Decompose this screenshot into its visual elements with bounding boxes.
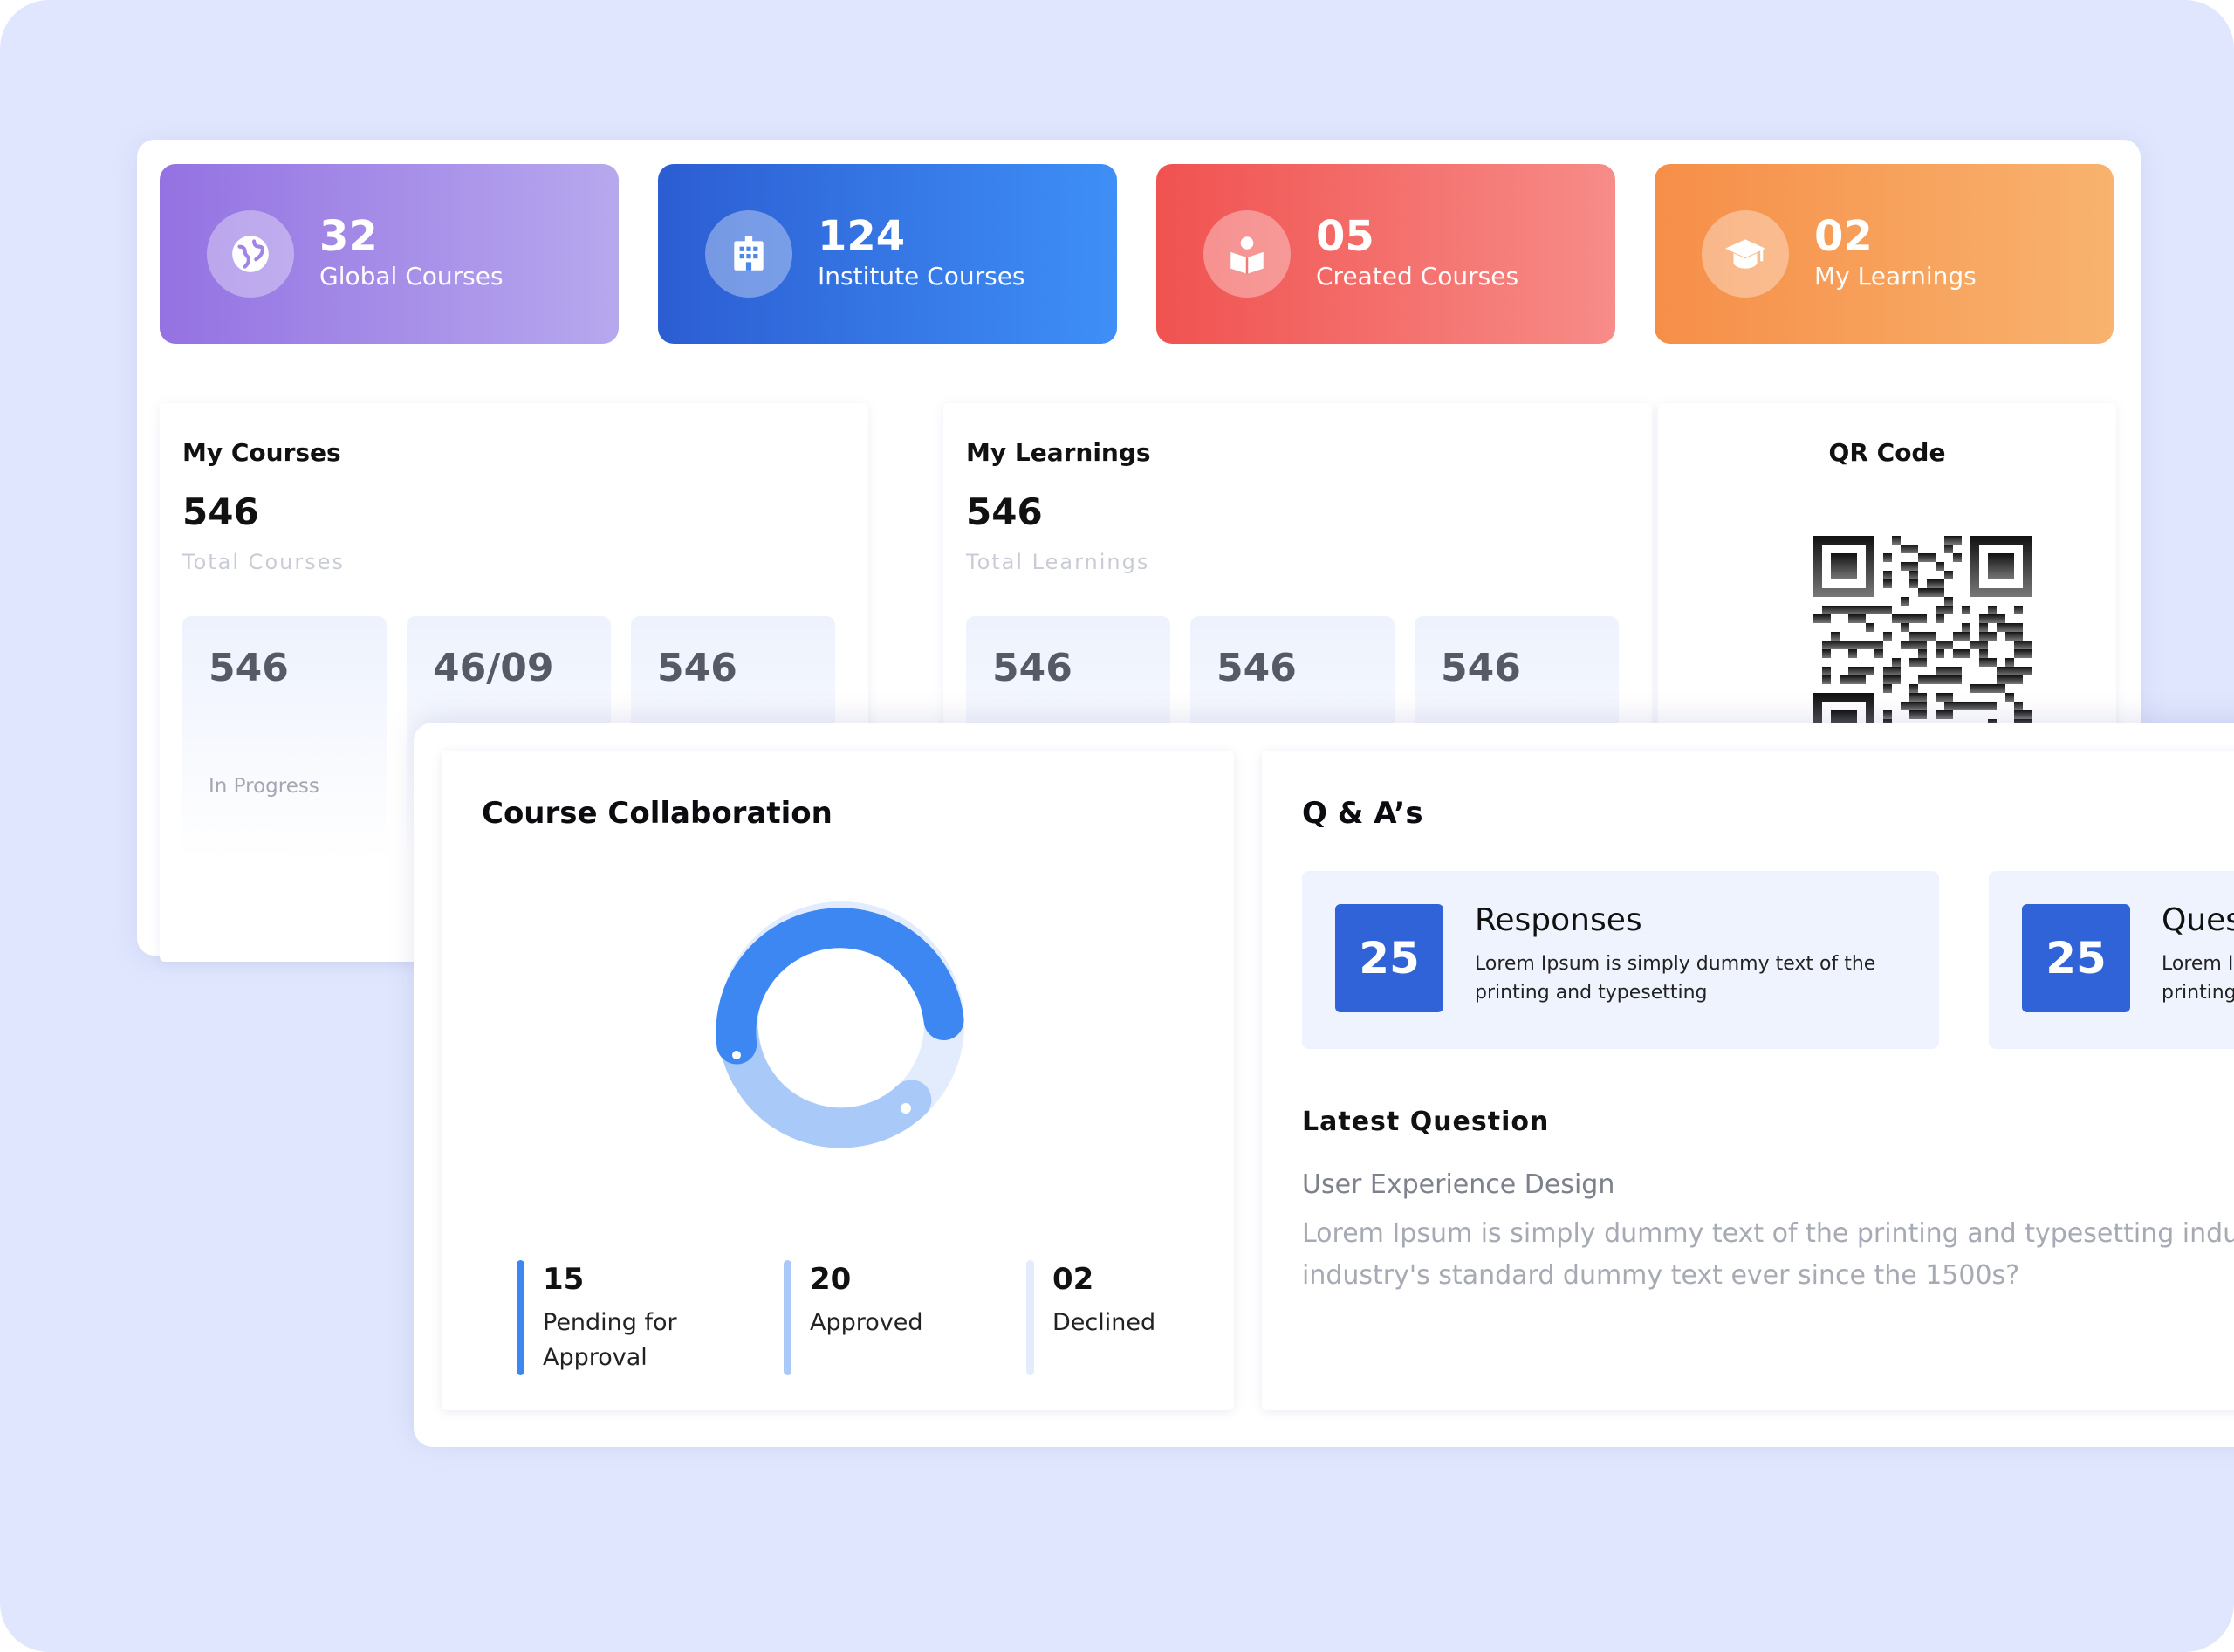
tile-value: 546 — [1216, 646, 1297, 690]
questions-card[interactable]: 25 Ques Lorem Ip printing — [1989, 871, 2234, 1049]
card-heading: Responses — [1475, 902, 1642, 938]
qr-code-image[interactable] — [1813, 536, 2032, 754]
legend-color-bar — [784, 1260, 791, 1375]
card-title: My Learnings — [966, 438, 1151, 467]
tile-value: 46/09 — [433, 646, 554, 690]
count-badge: 25 — [2022, 904, 2130, 1012]
count-badge: 25 — [1335, 904, 1443, 1012]
total-label: Total Learnings — [966, 550, 1150, 574]
activity-panel: Course Collaboration 15 Pending for Appr… — [414, 723, 2234, 1447]
tile-value: 546 — [657, 646, 737, 690]
stat-card-institute-courses[interactable]: 124 Institute Courses — [658, 164, 1117, 344]
tile-value: 546 — [1441, 646, 1521, 690]
stat-value: 02 — [1814, 212, 1873, 261]
stat-value: 05 — [1316, 212, 1374, 261]
legend-value: 20 — [810, 1262, 852, 1297]
donut-segment-pending — [716, 908, 964, 1065]
legend-value: 02 — [1052, 1262, 1094, 1297]
legend-color-bar — [1026, 1260, 1034, 1375]
course-collaboration-card: Course Collaboration 15 Pending for Appr… — [442, 751, 1234, 1410]
stat-label: Institute Courses — [818, 262, 1025, 291]
graduation-cap-icon — [1702, 210, 1789, 298]
legend-label: Declined — [1052, 1309, 1156, 1336]
stat-label: Global Courses — [319, 262, 504, 291]
tile-value: 546 — [992, 646, 1072, 690]
total-label: Total Courses — [182, 550, 345, 574]
stat-label: My Learnings — [1814, 262, 1977, 291]
globe-icon — [207, 210, 294, 298]
total-value: 546 — [966, 490, 1043, 533]
building-icon — [705, 210, 792, 298]
legend-value: 15 — [543, 1262, 585, 1297]
responses-card[interactable]: 25 Responses Lorem Ipsum is simply dummy… — [1302, 871, 1939, 1049]
card-title: Course Collaboration — [482, 796, 833, 831]
donut-dot — [901, 1103, 911, 1114]
stat-card-global-courses[interactable]: 32 Global Courses — [160, 164, 619, 344]
legend-label: Pending for Approval — [543, 1309, 677, 1371]
donut-dot — [732, 1051, 741, 1059]
card-description: Lorem Ip printing — [2162, 953, 2234, 1004]
stat-card-my-learnings[interactable]: 02 My Learnings — [1655, 164, 2114, 344]
stat-value: 32 — [319, 212, 378, 261]
latest-question-text: Lorem Ipsum is simply dummy text of the … — [1302, 1218, 2234, 1291]
donut-segment-approved — [718, 1013, 932, 1148]
total-value: 546 — [182, 490, 259, 533]
legend-color-bar — [517, 1260, 524, 1375]
course-tile-in-progress[interactable]: 546 In Progress — [182, 616, 387, 860]
legend-label: Approved — [810, 1309, 923, 1336]
reading-person-icon — [1203, 210, 1291, 298]
stat-card-created-courses[interactable]: 05 Created Courses — [1156, 164, 1615, 344]
card-heading: Ques — [2162, 902, 2234, 938]
qa-card: Q & A’s 25 Responses Lorem Ipsum is simp… — [1262, 751, 2234, 1410]
stat-label: Created Courses — [1316, 262, 1519, 291]
tile-value: 546 — [209, 646, 289, 690]
card-title: Q & A’s — [1302, 796, 1423, 831]
collaboration-donut-chart — [716, 901, 964, 1148]
card-title: My Courses — [182, 438, 341, 467]
card-description: Lorem Ipsum is simply dummy text of the … — [1475, 953, 1876, 1004]
latest-question-heading: Latest Question — [1302, 1107, 1550, 1137]
tile-label: In Progress — [209, 775, 319, 798]
dashboard-canvas: 32 Global Courses 124 Institute Courses … — [0, 0, 2234, 1652]
card-title: QR Code — [1828, 438, 1946, 467]
stat-value: 124 — [818, 212, 906, 261]
latest-question-subject[interactable]: User Experience Design — [1302, 1169, 1614, 1200]
